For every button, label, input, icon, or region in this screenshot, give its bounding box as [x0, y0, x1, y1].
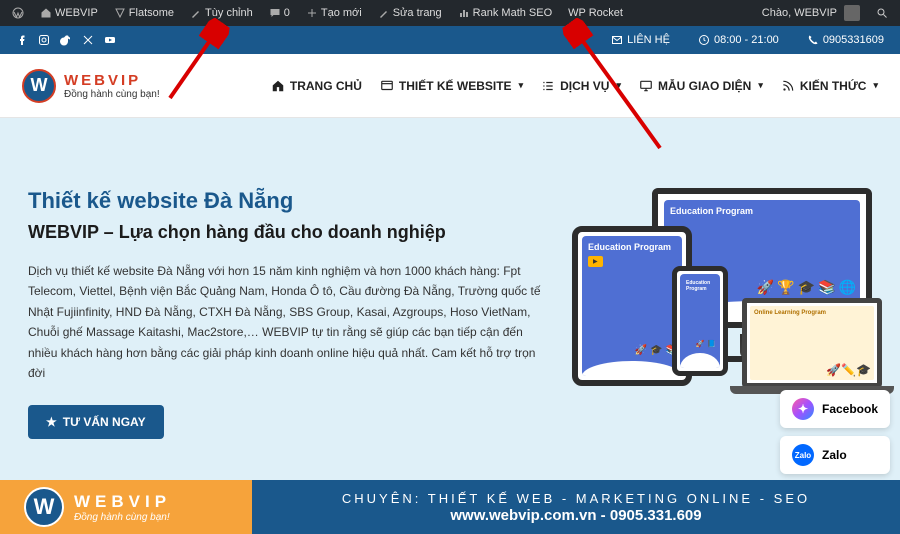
footer-line2: www.webvip.com.vn - 0905.331.609 [252, 507, 900, 524]
chevron-down-icon: ▾ [758, 80, 763, 91]
hero-subtitle: WEBVIP – Lựa chọn hàng đầu cho doanh ngh… [28, 222, 542, 243]
top-contact-bar: LIÊN HỆ 08:00 - 21:00 0905331609 [0, 26, 900, 54]
footer-line1: CHUYÊN: THIẾT KẾ WEB - MARKETING ONLINE … [252, 491, 900, 506]
brush-icon [190, 7, 202, 19]
star-icon: ★ [46, 415, 57, 429]
adminbar-wprocket[interactable]: WP Rocket [562, 0, 629, 26]
working-hours: 08:00 - 21:00 [698, 34, 779, 46]
adminbar-customize[interactable]: Tùy chỉnh [184, 0, 259, 26]
topbar-phone[interactable]: 0905331609 [807, 34, 884, 46]
instagram-icon[interactable] [38, 34, 50, 46]
comment-icon [269, 7, 281, 19]
youtube-icon[interactable] [104, 34, 116, 46]
social-icons [16, 34, 116, 46]
tiktok-icon[interactable] [60, 34, 72, 46]
zalo-chat-widget[interactable]: Zalo Zalo [780, 436, 890, 474]
home-icon [271, 79, 285, 93]
mail-icon [611, 34, 623, 46]
monitor-icon [639, 79, 653, 93]
logo-mark: W [22, 69, 56, 103]
adminbar-site-name[interactable]: WEBVIP [34, 0, 104, 26]
adminbar-rankmath[interactable]: Rank Math SEO [452, 0, 558, 26]
webdesign-icon [380, 79, 394, 93]
wp-logo[interactable] [6, 0, 30, 26]
list-icon [541, 79, 555, 93]
adminbar-new[interactable]: Tạo mới [300, 0, 368, 26]
contact-link[interactable]: LIÊN HỆ [611, 34, 670, 46]
home-icon [40, 7, 52, 19]
card-icons: 🚀🏆🎓📚🌐 [757, 279, 856, 296]
header-logo[interactable]: W WEBVIP Đồng hành cùng bạn! [22, 69, 160, 103]
main-nav: TRANG CHỦ THIẾT KẾ WEBSITE▾ DỊCH VỤ▾ MẪU… [271, 79, 878, 93]
footer-tagline: Đồng hành cùng bạn! [74, 512, 171, 523]
footer-banner: W WEBVIP Đồng hành cùng bạn! CHUYÊN: THI… [0, 480, 900, 534]
nav-home[interactable]: TRANG CHỦ [271, 79, 362, 93]
hero-title: Thiết kế website Đà Nẵng [28, 188, 542, 214]
chevron-down-icon: ▾ [519, 80, 524, 91]
phone-device: Education Program 🚀📘 [672, 266, 728, 376]
wp-admin-bar: WEBVIP Flatsome Tùy chỉnh 0 Tạo mới Sửa … [0, 0, 900, 26]
zalo-icon: Zalo [792, 444, 814, 466]
card-title: Education Program [670, 206, 854, 216]
adminbar-comments[interactable]: 0 [263, 0, 296, 26]
chevron-down-icon: ▾ [616, 80, 621, 91]
nav-knowledge[interactable]: KIẾN THỨC▾ [781, 79, 878, 93]
hero-section: Thiết kế website Đà Nẵng WEBVIP – Lựa ch… [0, 118, 900, 459]
footer-brand: WEBVIP [74, 492, 171, 512]
devices-mockup: Education Program ▶ 🚀🏆🎓📚🌐 Education Prog… [572, 188, 872, 398]
plus-icon [306, 7, 318, 19]
facebook-icon[interactable] [16, 34, 28, 46]
adminbar-flatsome[interactable]: Flatsome [108, 0, 180, 26]
logo-tagline: Đồng hành cùng bạn! [64, 89, 160, 100]
phone-icon [807, 34, 819, 46]
adminbar-edit-page[interactable]: Sửa trang [372, 0, 448, 26]
nav-templates[interactable]: MẪU GIAO DIỆN▾ [639, 79, 763, 93]
flatsome-icon [114, 7, 126, 19]
adminbar-greeting[interactable]: Chào, WEBVIP [756, 0, 866, 26]
chevron-down-icon: ▾ [873, 80, 878, 91]
chart-icon [458, 7, 470, 19]
hero-description: Dịch vụ thiết kế website Đà Nẵng với hơn… [28, 261, 542, 383]
pencil-icon [378, 7, 390, 19]
rss-icon [781, 79, 795, 93]
facebook-chat-widget[interactable]: ✦ Facebook [780, 390, 890, 428]
wordpress-icon [12, 7, 24, 19]
messenger-icon: ✦ [792, 398, 814, 420]
twitter-icon[interactable] [82, 34, 94, 46]
search-icon [876, 7, 888, 19]
nav-services[interactable]: DỊCH VỤ▾ [541, 79, 621, 93]
floating-chat-widgets: ✦ Facebook Zalo Zalo [780, 390, 890, 474]
footer-logo-mark: W [24, 487, 64, 527]
main-header: W WEBVIP Đồng hành cùng bạn! TRANG CHỦ T… [0, 54, 900, 118]
clock-icon [698, 34, 710, 46]
logo-brand: WEBVIP [64, 72, 160, 89]
card-subtitle [670, 216, 854, 223]
nav-design[interactable]: THIẾT KẾ WEBSITE▾ [380, 79, 523, 93]
laptop-device: Online Learning Program 🚀✏️🎓 [742, 298, 882, 388]
adminbar-search[interactable] [870, 0, 894, 26]
avatar-icon [844, 5, 860, 21]
cta-button[interactable]: ★ TƯ VẤN NGAY [28, 405, 164, 439]
